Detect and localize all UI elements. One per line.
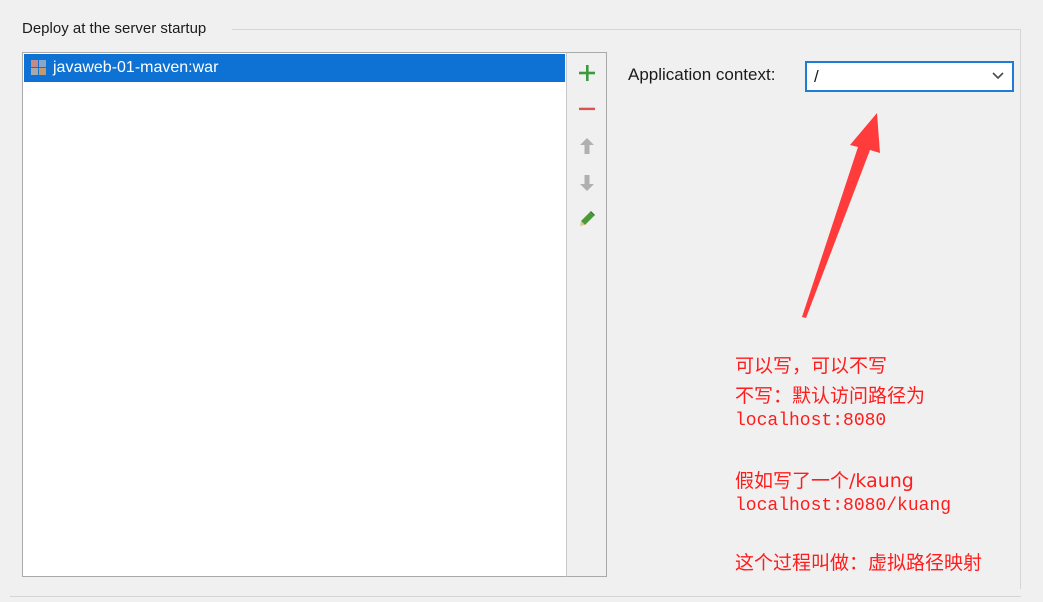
arrow-down-icon [580,175,594,191]
annotation-line: 可以写，可以不写 [735,355,888,377]
application-context-label: Application context: [628,65,776,84]
artifact-list[interactable]: javaweb-01-maven:war [22,52,567,577]
annotation-line: 假如写了一个/kaung [735,470,914,492]
add-button[interactable] [575,61,599,85]
annotation-arrow [802,113,880,318]
group-border-top [232,29,1020,30]
annotation-line: localhost:8080 [735,411,887,431]
annotation-line: 不写：默认访问路径为 [735,385,926,407]
move-down-button[interactable] [575,171,599,195]
arrow-up-icon [580,138,594,154]
war-artifact-icon [31,60,47,76]
application-context-combobox[interactable]: / [805,61,1014,92]
minus-icon [579,107,595,111]
list-toolbar [566,52,607,577]
move-up-button[interactable] [575,134,599,158]
group-title: Deploy at the server startup [22,20,215,37]
list-item-label: javaweb-01-maven:war [53,59,219,76]
list-item[interactable]: javaweb-01-maven:war [24,54,565,82]
chevron-down-icon[interactable] [992,71,1004,81]
deployment-settings-panel: Deploy at the server startup javaweb-01-… [0,0,1043,602]
group-border-bottom [10,596,1021,597]
group-border-right [1020,29,1021,589]
pencil-icon [580,211,595,226]
edit-button[interactable] [575,207,599,231]
annotation-line: localhost:8080/kuang [735,496,952,516]
annotation-line: 这个过程叫做：虚拟路径映射 [735,552,983,574]
plus-icon [579,65,595,81]
remove-button[interactable] [575,97,599,121]
application-context-value: / [814,66,819,86]
